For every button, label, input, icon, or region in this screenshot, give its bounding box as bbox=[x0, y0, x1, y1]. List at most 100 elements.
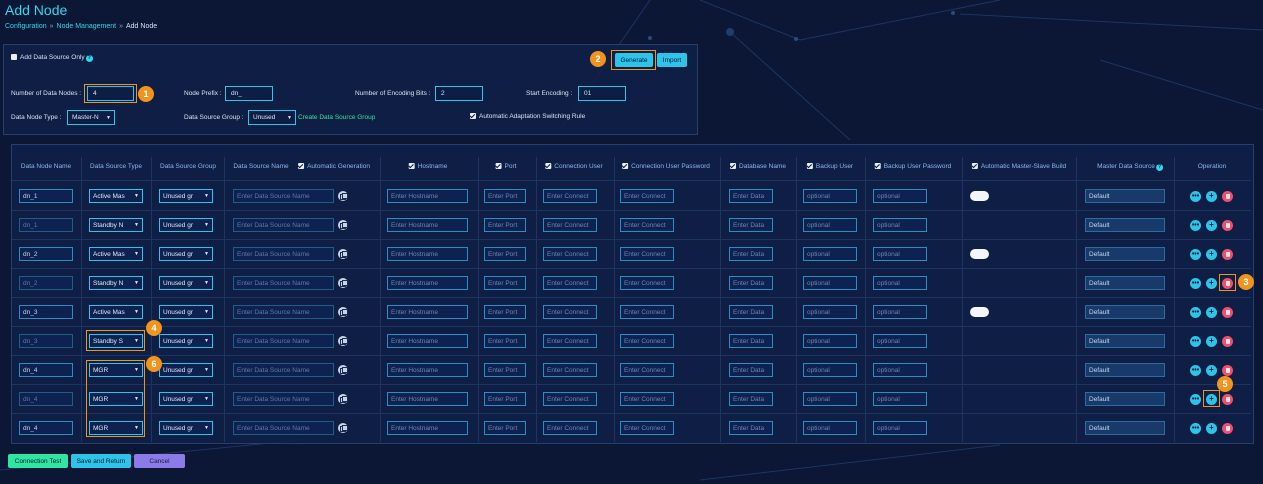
backup-password-input[interactable]: optional bbox=[873, 363, 927, 377]
data-source-group-select[interactable]: Unused gr ▼ bbox=[159, 421, 213, 435]
copy-icon[interactable] bbox=[338, 220, 348, 230]
connection-user-input[interactable]: Enter Connect bbox=[543, 218, 597, 232]
cancel-button[interactable]: Cancel bbox=[134, 454, 185, 468]
backup-password-input[interactable]: optional bbox=[873, 392, 927, 406]
connection-user-input[interactable]: Enter Connect bbox=[543, 392, 597, 406]
data-source-group-select[interactable]: Unused gr ▼ bbox=[159, 276, 213, 290]
data-source-name-input[interactable]: Enter Data Source Name bbox=[233, 247, 334, 261]
add-icon[interactable]: + bbox=[1206, 190, 1217, 202]
data-node-name-input[interactable]: dn_3 bbox=[19, 305, 73, 319]
port-input[interactable]: Enter Port bbox=[484, 363, 526, 377]
copy-icon[interactable] bbox=[338, 307, 348, 317]
header-port[interactable]: Port bbox=[495, 163, 516, 170]
connection-user-input[interactable]: Enter Connect bbox=[543, 276, 597, 290]
database-name-input[interactable]: Enter Data bbox=[729, 363, 773, 377]
backup-user-input[interactable]: optional bbox=[803, 334, 857, 348]
data-source-group-select[interactable]: Unused gr ▼ bbox=[159, 189, 213, 203]
connection-password-input[interactable]: Enter Connect bbox=[620, 363, 674, 377]
create-data-source-group-link[interactable]: Create Data Source Group bbox=[298, 114, 375, 121]
port-input[interactable]: Enter Port bbox=[484, 218, 526, 232]
header-database-name[interactable]: Database Name bbox=[730, 163, 786, 170]
add-icon[interactable]: + bbox=[1206, 364, 1217, 376]
database-name-input[interactable]: Enter Data bbox=[729, 247, 773, 261]
help-icon[interactable]: ? bbox=[1155, 164, 1163, 171]
database-name-input[interactable]: Enter Data bbox=[729, 421, 773, 435]
data-source-name-input[interactable]: Enter Data Source Name bbox=[233, 363, 334, 377]
connection-password-input[interactable]: Enter Connect bbox=[620, 421, 674, 435]
data-source-name-input[interactable]: Enter Data Source Name bbox=[233, 421, 334, 435]
add-icon[interactable]: + bbox=[1206, 335, 1217, 347]
backup-password-input[interactable]: optional bbox=[873, 276, 927, 290]
backup-user-input[interactable]: optional bbox=[803, 247, 857, 261]
connection-password-input[interactable]: Enter Connect bbox=[620, 334, 674, 348]
hostname-input[interactable]: Enter Hostname bbox=[387, 247, 468, 261]
backup-user-input[interactable]: optional bbox=[803, 392, 857, 406]
add-icon[interactable]: + bbox=[1206, 277, 1217, 289]
backup-password-input[interactable]: optional bbox=[873, 334, 927, 348]
copy-icon[interactable] bbox=[338, 249, 348, 259]
master-slave-toggle[interactable] bbox=[970, 307, 989, 317]
auto-switching-checkbox[interactable] bbox=[470, 113, 476, 120]
port-input[interactable]: Enter Port bbox=[484, 189, 526, 203]
header-auto-master-slave[interactable]: Automatic Master-Slave Build bbox=[971, 163, 1066, 170]
copy-icon[interactable] bbox=[338, 423, 348, 433]
master-data-source-select[interactable]: Default bbox=[1085, 276, 1165, 290]
data-node-name-input[interactable]: dn_1 bbox=[19, 189, 73, 203]
hostname-checkbox[interactable] bbox=[408, 163, 415, 170]
master-data-source-select[interactable]: Default bbox=[1085, 218, 1165, 232]
master-data-source-select[interactable]: Default bbox=[1085, 334, 1165, 348]
data-node-type-select[interactable]: Master-N ▼ bbox=[67, 110, 115, 125]
data-source-type-select[interactable]: Standby N ▼ bbox=[89, 276, 143, 290]
hostname-input[interactable]: Enter Hostname bbox=[387, 421, 468, 435]
auto-master-slave-checkbox[interactable] bbox=[971, 163, 978, 170]
connection-user-input[interactable]: Enter Connect bbox=[543, 421, 597, 435]
data-source-group-select[interactable]: Unused gr ▼ bbox=[159, 218, 213, 232]
hostname-input[interactable]: Enter Hostname bbox=[387, 305, 468, 319]
auto-switching-option[interactable]: Automatic Adaptation Switching Rule bbox=[470, 113, 585, 120]
backup-password-input[interactable]: optional bbox=[873, 189, 927, 203]
add-icon[interactable]: + bbox=[1206, 219, 1217, 231]
hostname-input[interactable]: Enter Hostname bbox=[387, 189, 468, 203]
add-icon[interactable]: + bbox=[1206, 306, 1217, 318]
connection-user-input[interactable]: Enter Connect bbox=[543, 363, 597, 377]
data-source-group-select[interactable]: Unused gr ▼ bbox=[159, 247, 213, 261]
data-source-name-input[interactable]: Enter Data Source Name bbox=[233, 189, 334, 203]
master-slave-toggle[interactable] bbox=[970, 249, 989, 259]
more-icon[interactable]: ••• bbox=[1190, 364, 1201, 376]
add-data-source-only-option[interactable]: Add Data Source Only? bbox=[11, 54, 93, 62]
data-source-type-select[interactable]: Active Mas ▼ bbox=[89, 189, 143, 203]
header-auto-generation[interactable]: Automatic Generation bbox=[298, 163, 370, 170]
delete-icon[interactable] bbox=[1222, 248, 1233, 260]
more-icon[interactable]: ••• bbox=[1190, 248, 1201, 260]
backup-password-input[interactable]: optional bbox=[873, 218, 927, 232]
data-node-name-input[interactable]: dn_2 bbox=[19, 276, 73, 290]
master-slave-toggle[interactable] bbox=[970, 191, 989, 201]
node-prefix-input[interactable]: dn_ bbox=[225, 86, 273, 101]
more-icon[interactable]: ••• bbox=[1190, 335, 1201, 347]
connection-password-input[interactable]: Enter Connect bbox=[620, 392, 674, 406]
master-data-source-select[interactable]: Default bbox=[1085, 305, 1165, 319]
backup-user-input[interactable]: optional bbox=[803, 218, 857, 232]
hostname-input[interactable]: Enter Hostname bbox=[387, 392, 468, 406]
database-name-input[interactable]: Enter Data bbox=[729, 189, 773, 203]
encoding-bits-input[interactable]: 2 bbox=[435, 86, 483, 101]
backup-password-input[interactable]: optional bbox=[873, 421, 927, 435]
more-icon[interactable]: ••• bbox=[1190, 393, 1201, 405]
backup-user-input[interactable]: optional bbox=[803, 363, 857, 377]
add-data-source-only-checkbox[interactable] bbox=[11, 54, 17, 61]
master-data-source-select[interactable]: Default bbox=[1085, 363, 1165, 377]
connection-user-input[interactable]: Enter Connect bbox=[543, 189, 597, 203]
data-source-name-input[interactable]: Enter Data Source Name bbox=[233, 218, 334, 232]
port-input[interactable]: Enter Port bbox=[484, 334, 526, 348]
data-source-name-input[interactable]: Enter Data Source Name bbox=[233, 305, 334, 319]
data-source-group-select[interactable]: Unused gr ▼ bbox=[159, 392, 213, 406]
port-checkbox[interactable] bbox=[495, 163, 502, 170]
more-icon[interactable]: ••• bbox=[1190, 306, 1201, 318]
data-source-group-select[interactable]: Unused ▼ bbox=[248, 110, 296, 125]
data-source-group-select[interactable]: Unused gr ▼ bbox=[159, 305, 213, 319]
start-encoding-input[interactable]: 01 bbox=[578, 86, 626, 101]
add-icon[interactable]: + bbox=[1206, 422, 1217, 434]
delete-icon[interactable] bbox=[1222, 190, 1233, 202]
save-and-return-button[interactable]: Save and Return bbox=[71, 454, 131, 468]
backup-user-input[interactable]: optional bbox=[803, 421, 857, 435]
